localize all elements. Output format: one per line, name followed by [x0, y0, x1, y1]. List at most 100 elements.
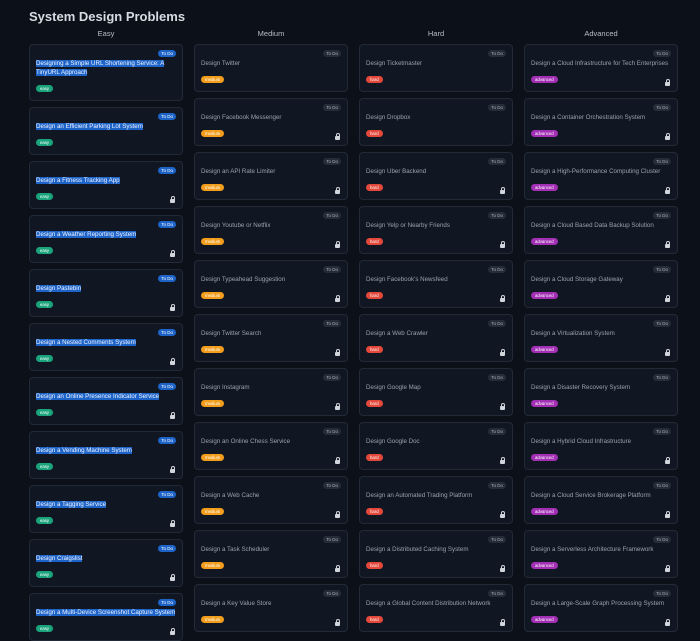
problem-card[interactable]: To Do Design Youtube or Netflix medium — [194, 206, 348, 254]
problem-title[interactable]: Design a Virtualization System — [531, 329, 671, 338]
problem-card[interactable]: To Do Design Typeahead Suggestion medium — [194, 260, 348, 308]
problem-title[interactable]: Design Ticketmaster — [366, 59, 506, 68]
problem-title[interactable]: Design a Cloud Infrastructure for Tech E… — [531, 59, 671, 68]
problem-title[interactable]: Design Craigslist — [36, 554, 176, 563]
problem-card[interactable]: To Do Design a Global Content Distributio… — [359, 584, 513, 632]
problem-card[interactable]: To Do Design an Automated Trading Platfor… — [359, 476, 513, 524]
problem-card[interactable]: To Do Design a Fitness Tracking App easy — [29, 161, 183, 209]
problem-title[interactable]: Design Typeahead Suggestion — [201, 275, 341, 284]
problem-title[interactable]: Design Twitter Search — [201, 329, 341, 338]
problem-title[interactable]: Design a Global Content Distribution Net… — [366, 599, 506, 608]
problem-card[interactable]: To Do Design an Online Chess Service mediu… — [194, 422, 348, 470]
problem-title[interactable]: Design an Online Presence Indicator Serv… — [36, 392, 176, 401]
problem-title[interactable]: Design an Online Chess Service — [201, 437, 341, 446]
problem-card[interactable]: To Do Design a Web Cache medium — [194, 476, 348, 524]
problem-title[interactable]: Design Google Map — [366, 383, 506, 392]
problem-title[interactable]: Design a Key Value Store — [201, 599, 341, 608]
problem-title-text: Design a Hybrid Cloud Infrastructure — [531, 438, 632, 445]
problem-title[interactable]: Design a Tagging Service — [36, 500, 176, 509]
problem-card[interactable]: To Do Design an Efficient Parking Lot Sys… — [29, 107, 183, 155]
problem-card[interactable]: To Do Design a Virtualization System advan… — [524, 314, 678, 362]
problem-title[interactable]: Design a Disaster Recovery System — [531, 383, 671, 392]
problem-card[interactable]: To Do Design a Cloud Based Data Backup So… — [524, 206, 678, 254]
problem-title[interactable]: Designing a Simple URL Shortening Servic… — [36, 59, 176, 77]
problem-card[interactable]: To Do Design a Container Orchestration Sy… — [524, 98, 678, 146]
problem-card[interactable]: To Do Design a Cloud Infrastructure for T… — [524, 44, 678, 92]
todo-status-badge: To Do — [488, 158, 506, 165]
problem-card[interactable]: To Do Design Uber Backend hard — [359, 152, 513, 200]
problem-title[interactable]: Design a Vending Machine System — [36, 446, 176, 455]
problem-card[interactable]: To Do Designing a Simple URL Shortening S… — [29, 44, 183, 101]
problem-title[interactable]: Design a Serverless Architecture Framewo… — [531, 545, 671, 554]
problem-title-text: Designing a Simple URL Shortening Servic… — [36, 60, 165, 76]
problem-card[interactable]: To Do Design a Disaster Recovery System ad… — [524, 368, 678, 416]
problem-card[interactable]: To Do Design a Serverless Architecture Fr… — [524, 530, 678, 578]
problem-title[interactable]: Design a Cloud Storage Gateway — [531, 275, 671, 284]
problem-card[interactable]: To Do Design Craigslist easy — [29, 539, 183, 587]
problem-title[interactable]: Design Instagram — [201, 383, 341, 392]
problem-card[interactable]: To Do Design Instagram medium — [194, 368, 348, 416]
problem-card[interactable]: To Do Design a Hybrid Cloud Infrastructur… — [524, 422, 678, 470]
problem-title[interactable]: Design a Nested Comments System — [36, 338, 176, 347]
problem-title[interactable]: Design Yelp or Nearby Friends — [366, 221, 506, 230]
problem-card[interactable]: To Do Design a Nested Comments System easy — [29, 323, 183, 371]
problem-title[interactable]: Design Google Doc — [366, 437, 506, 446]
problem-title[interactable]: Design a Container Orchestration System — [531, 113, 671, 122]
problem-title[interactable]: Design Pastebin — [36, 284, 176, 293]
problem-card[interactable]: To Do Design Google Doc hard — [359, 422, 513, 470]
lock-icon — [665, 79, 670, 86]
problem-card[interactable]: To Do Design Facebook Messenger medium — [194, 98, 348, 146]
difficulty-badge: advanced — [531, 238, 558, 245]
problem-card[interactable]: To Do Design a Large-Scale Graph Processi… — [524, 584, 678, 632]
problem-card[interactable]: To Do Design a Cloud Service Brokerage Pl… — [524, 476, 678, 524]
lock-icon — [335, 565, 340, 572]
todo-status-badge: To Do — [653, 536, 671, 543]
problem-card[interactable]: To Do Design Dropbox hard — [359, 98, 513, 146]
problem-title[interactable]: Design a Cloud Service Brokerage Platfor… — [531, 491, 671, 500]
problem-card[interactable]: To Do Design a Task Scheduler medium — [194, 530, 348, 578]
problem-card[interactable]: To Do Design Ticketmaster hard — [359, 44, 513, 92]
problem-card[interactable]: To Do Design Twitter medium — [194, 44, 348, 92]
todo-status-badge: To Do — [158, 221, 176, 228]
problem-title[interactable]: Design a Weather Reporting System — [36, 230, 176, 239]
problem-card[interactable]: To Do Design Pastebin easy — [29, 269, 183, 317]
problem-card[interactable]: To Do Design a High-Performance Computing… — [524, 152, 678, 200]
problem-card[interactable]: To Do Design a Key Value Store medium — [194, 584, 348, 632]
problem-card[interactable]: To Do Design Google Map hard — [359, 368, 513, 416]
problem-card[interactable]: To Do Design Twitter Search medium — [194, 314, 348, 362]
problem-title[interactable]: Design Dropbox — [366, 113, 506, 122]
problem-card[interactable]: To Do Design a Distributed Caching System… — [359, 530, 513, 578]
problem-title[interactable]: Design a Hybrid Cloud Infrastructure — [531, 437, 671, 446]
problem-title[interactable]: Design an API Rate Limiter — [201, 167, 341, 176]
lock-icon — [170, 466, 175, 473]
problem-title[interactable]: Design a Distributed Caching System — [366, 545, 506, 554]
problem-card[interactable]: To Do Design an Online Presence Indicator… — [29, 377, 183, 425]
problem-title[interactable]: Design an Efficient Parking Lot System — [36, 122, 176, 131]
difficulty-badge: advanced — [531, 616, 558, 623]
problem-title[interactable]: Design a Web Crawler — [366, 329, 506, 338]
problem-card[interactable]: To Do Design a Web Crawler hard — [359, 314, 513, 362]
problem-title[interactable]: Design a Cloud Based Data Backup Solutio… — [531, 221, 671, 230]
problem-title[interactable]: Design a High-Performance Computing Clus… — [531, 167, 671, 176]
problem-title[interactable]: Design a Web Cache — [201, 491, 341, 500]
problem-card[interactable]: To Do Design Yelp or Nearby Friends hard — [359, 206, 513, 254]
problem-card[interactable]: To Do Design a Cloud Storage Gateway advan… — [524, 260, 678, 308]
problem-title[interactable]: Design an Automated Trading Platform — [366, 491, 506, 500]
problem-card[interactable]: To Do Design a Weather Reporting System ea… — [29, 215, 183, 263]
problem-title-text: Design a High-Performance Computing Clus… — [531, 168, 661, 175]
problem-title[interactable]: Design a Task Scheduler — [201, 545, 341, 554]
problem-title-text: Design a Large-Scale Graph Processing Sy… — [531, 600, 665, 607]
problem-title[interactable]: Design a Large-Scale Graph Processing Sy… — [531, 599, 671, 608]
problem-title[interactable]: Design Facebook Messenger — [201, 113, 341, 122]
problem-card[interactable]: To Do Design an API Rate Limiter medium — [194, 152, 348, 200]
problem-title[interactable]: Design Twitter — [201, 59, 341, 68]
problem-title[interactable]: Design Youtube or Netflix — [201, 221, 341, 230]
problem-title[interactable]: Design a Multi-Device Screenshot Capture… — [36, 608, 176, 617]
problem-title[interactable]: Design Facebook's Newsfeed — [366, 275, 506, 284]
problem-card[interactable]: To Do Design Facebook's Newsfeed hard — [359, 260, 513, 308]
problem-title[interactable]: Design a Fitness Tracking App — [36, 176, 176, 185]
problem-card[interactable]: To Do Design a Tagging Service easy — [29, 485, 183, 533]
problem-card[interactable]: To Do Design a Vending Machine System easy — [29, 431, 183, 479]
problem-title[interactable]: Design Uber Backend — [366, 167, 506, 176]
problem-card[interactable]: To Do Design a Multi-Device Screenshot Ca… — [29, 593, 183, 641]
